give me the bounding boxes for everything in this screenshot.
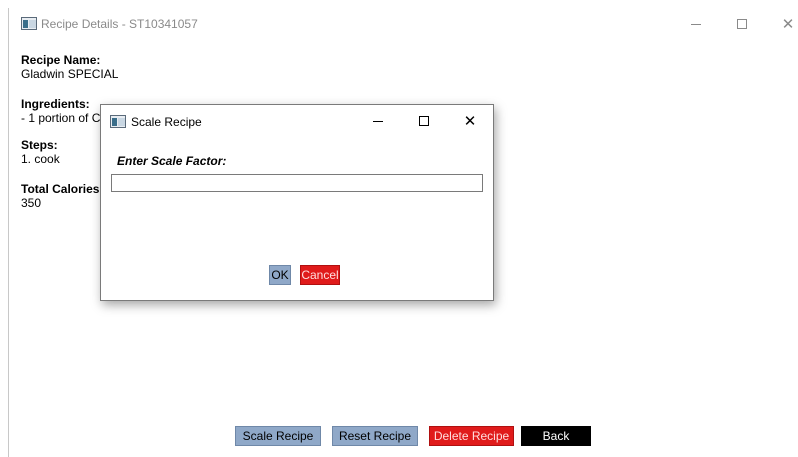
dialog-maximize-button[interactable] (401, 105, 447, 137)
scale-factor-label: Enter Scale Factor: (117, 154, 227, 168)
ingredients-section: Ingredients: - 1 portion of C (21, 97, 100, 125)
dialog-titlebar: Scale Recipe ✕ (101, 105, 493, 137)
scale-factor-input[interactable] (111, 174, 483, 192)
close-button[interactable]: ✕ (765, 8, 798, 40)
close-icon: ✕ (781, 15, 795, 33)
window-title: Recipe Details - ST10341057 (41, 17, 198, 31)
minimize-icon (691, 23, 701, 25)
maximize-icon (737, 19, 747, 29)
minimize-icon (373, 120, 383, 122)
delete-recipe-button[interactable]: Delete Recipe (429, 426, 514, 446)
recipe-name-section: Recipe Name: Gladwin SPECIAL (21, 53, 118, 81)
ingredients-label: Ingredients: (21, 97, 90, 111)
maximize-button[interactable] (719, 8, 765, 40)
scale-recipe-dialog: Scale Recipe ✕ Enter Scale Factor: OK Ca… (100, 104, 494, 301)
scale-recipe-button[interactable]: Scale Recipe (235, 426, 321, 446)
ingredients-value: - 1 portion of C (21, 111, 101, 125)
reset-recipe-button[interactable]: Reset Recipe (332, 426, 418, 446)
steps-section: Steps: 1. cook (21, 138, 60, 166)
minimize-button[interactable] (673, 8, 719, 40)
dialog-title: Scale Recipe (131, 115, 202, 129)
maximize-icon (419, 116, 429, 126)
ok-button[interactable]: OK (269, 265, 291, 285)
steps-label: Steps: (21, 138, 58, 152)
app-icon (21, 17, 37, 30)
main-titlebar: Recipe Details - ST10341057 ✕ (9, 8, 798, 40)
dialog-close-button[interactable]: ✕ (447, 105, 493, 137)
recipe-name-value: Gladwin SPECIAL (21, 67, 119, 81)
steps-value: 1. cook (21, 152, 60, 166)
calories-value: 350 (21, 196, 42, 210)
calories-label: Total Calories: (21, 182, 104, 196)
recipe-name-label: Recipe Name: (21, 53, 101, 67)
dialog-app-icon (110, 115, 126, 128)
cancel-button[interactable]: Cancel (300, 265, 340, 285)
dialog-minimize-button[interactable] (355, 105, 401, 137)
calories-section: Total Calories: 350 (21, 182, 103, 210)
back-button[interactable]: Back (521, 426, 591, 446)
close-icon: ✕ (463, 112, 477, 130)
